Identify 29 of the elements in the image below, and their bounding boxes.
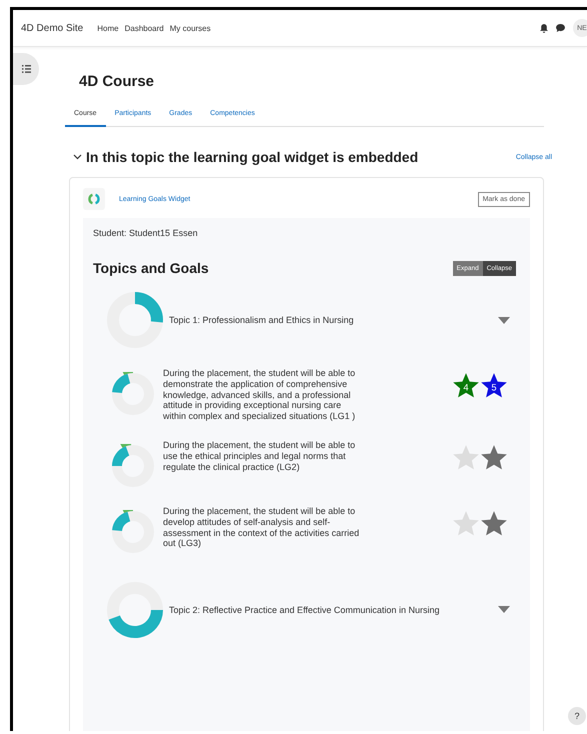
dropdown-triangle-icon[interactable] [498,606,510,614]
chevron-icon[interactable] [73,154,82,160]
goal-text: During the placement, the student will be able to demonstrate the application of comprehensive knowledge, advanced skills, and a professional attitude in providing exceptional nursing care within complex and specialized situations (LG1 ) [163,368,356,422]
site-name[interactable]: 4D Demo Site [21,22,84,34]
topic-title: Topic 2: Reflective Practice and Effective Communication in Nursing [169,604,440,616]
progress-ring-drawing [111,372,155,416]
topic-title: Topic 1: Professionalism and Ethics in Nursing [169,314,355,326]
nav-link[interactable]: Home [97,24,119,32]
course-title: 4D Course [79,73,156,90]
help-button[interactable]: ? [568,707,586,725]
progress-ring-drawing [105,580,165,640]
star-level: 4 [463,382,469,393]
dropdown-triangle-icon[interactable] [498,316,510,324]
course-index-button[interactable] [13,53,39,85]
bell-icon[interactable] [540,24,548,32]
goal-text: During the placement, the student will be able to use the ethical principles and legal norms that regulate the clinical practice (LG2) [163,440,356,472]
student-name: Student: Student15 Essen [93,228,199,238]
progress-ring-drawing [111,510,155,554]
star-level: 5 [491,382,497,393]
progress-ring-drawing [111,444,155,488]
list-icon [22,65,30,73]
nav-link[interactable]: My courses [170,24,211,32]
goal-text: During the placement, the student will be able to develop attitudes of self-analysis and self-assessment in the context of the activities carried out (LG3) [163,506,360,550]
section-title: In this topic the learning goal widget is embedded [86,149,418,165]
widget-heading: Topics and Goals [93,260,209,276]
nav-link[interactable]: Dashboard [124,24,164,32]
widget-icon [83,188,105,210]
chat-icon[interactable] [556,24,565,32]
progress-ring-drawing [105,290,165,350]
